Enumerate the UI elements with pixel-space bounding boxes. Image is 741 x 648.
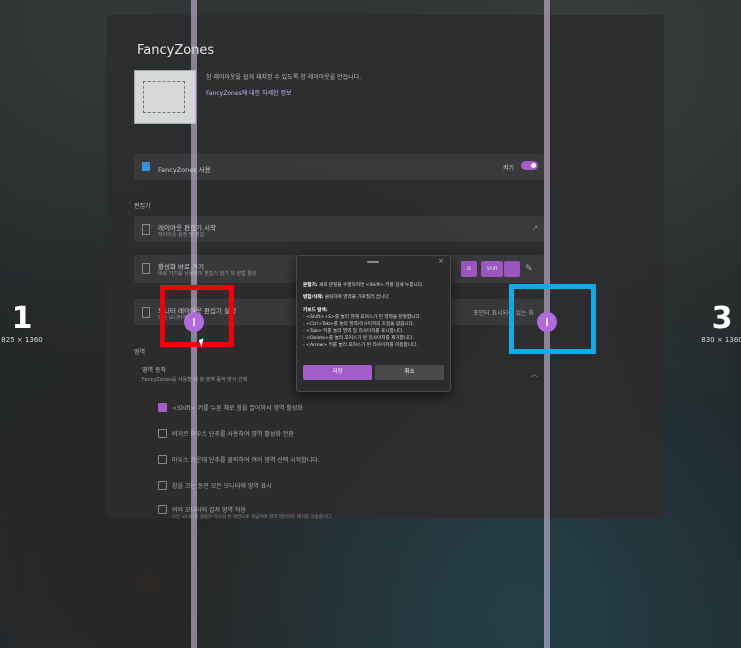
help-line: 분할기: 새로 분할을 수행하려면 <Shift> 키를 길게 누릅니다. — [303, 283, 424, 288]
hotkey-key: ` — [504, 261, 520, 277]
toggle-label: 켜기 — [502, 165, 514, 172]
option-text: 여러 모니터에 걸쳐 영역 허용 — [172, 507, 246, 514]
option-checkbox[interactable] — [158, 403, 167, 412]
help-line: - <Tab> 키를 눌러 영역 및 리사이저를 표시합니다. — [303, 329, 404, 334]
description-text: 창 레이아웃을 쉽게 재지정 수 있도록 창 레이아웃을 만듭니다. — [206, 74, 362, 81]
layout-icon — [142, 224, 150, 235]
hotkey-sub: 바로 가기를 사용하여 편집기 열기 위 방법 활성 — [158, 271, 257, 277]
option-checkbox[interactable] — [158, 429, 167, 438]
zone-number: 1 — [11, 301, 33, 336]
enable-toggle[interactable] — [521, 161, 538, 170]
launch-editor-sub: 레이아웃 설정 및 편집 — [158, 232, 205, 238]
window-title: FancyZones — [137, 43, 215, 58]
help-line: 병합/삭제: 클릭하여 영역을 가로질러 끕니다. — [303, 295, 390, 300]
help-line: - <Ctrl+Tab>를 눌러 영역/리사이저의 초점을 맞춥니다. — [303, 322, 415, 327]
option-checkbox[interactable] — [158, 505, 167, 514]
zone-3-label: 3 830 × 1360 — [700, 301, 741, 345]
zone-size: 825 × 1360 — [1, 336, 43, 344]
help-line: - <Delete>를 눌러 포커스가 된 리사이저를 제거합니다. — [303, 336, 414, 341]
hotkey-key: ⊞ — [461, 261, 477, 277]
hotkey-key: Shift — [481, 261, 503, 277]
keyboard-icon — [142, 263, 150, 274]
highlight-box-red — [160, 285, 234, 347]
help-line: - <Arrow> 키를 눌러 포커스가 된 리사이저를 이동합니다. — [303, 343, 418, 348]
zone-1-label: 1 825 × 1360 — [0, 301, 44, 345]
option-text: 창을 끄는 동안 모든 모니터에 영역 표시 — [172, 483, 272, 490]
monitor-icon — [142, 307, 150, 318]
cancel-button[interactable]: 취소 — [375, 365, 444, 380]
help-line: - <Shift>+S>를 눌러 현재 포커스가 된 영역을 분할합니다. — [303, 315, 422, 320]
zone-size: 830 × 1360 — [701, 336, 741, 344]
open-external-icon: ↗ — [532, 224, 538, 232]
drag-grip[interactable] — [367, 261, 379, 263]
highlight-box-blue — [509, 284, 596, 354]
fancyzones-icon — [142, 162, 150, 171]
enable-label: FancyZones 사용 — [158, 166, 211, 174]
zone-behavior-title: 영역 동작 — [142, 367, 166, 374]
editor-section-title: 편집기 — [134, 203, 151, 210]
help-line: 키보드 탐색: — [303, 308, 328, 313]
edit-pencil-icon[interactable]: ✎ — [525, 264, 533, 274]
option-checkbox[interactable] — [158, 455, 167, 464]
option-checkbox[interactable] — [158, 481, 167, 490]
fancyzones-thumbnail — [134, 70, 196, 124]
zones-section-title: 영역 — [134, 349, 146, 356]
zone-number: 3 — [711, 301, 733, 336]
editor-help-dialog: × 분할기: 새로 분할을 수행하려면 <Shift> 키를 길게 누릅니다. … — [296, 255, 451, 392]
close-icon[interactable]: × — [438, 257, 444, 265]
chevron-up-icon[interactable]: ︿ — [531, 369, 538, 379]
save-button[interactable]: 저장 — [303, 365, 372, 380]
learn-more-link[interactable]: FancyZones에 대한 자세한 정보 — [206, 88, 292, 97]
